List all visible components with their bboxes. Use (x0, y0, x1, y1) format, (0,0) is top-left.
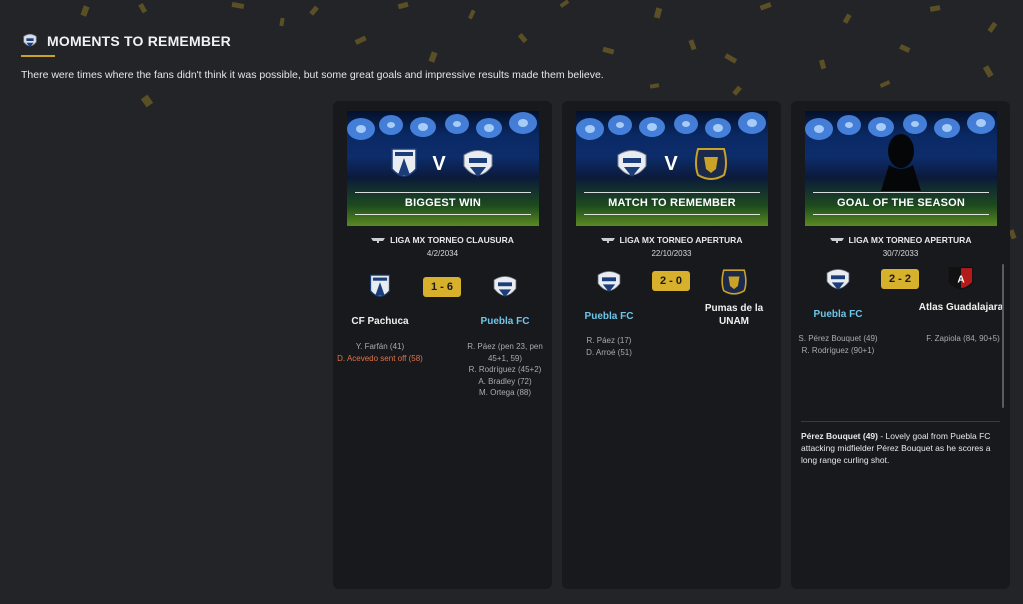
puebla-crest-icon (23, 33, 37, 48)
competition-row: LIGA MX TORNEO APERTURA (791, 235, 1010, 245)
competition-name: LIGA MX TORNEO APERTURA (848, 235, 972, 245)
scorer-entry: D. Arroé (51) (586, 347, 632, 357)
match-date: 22/10/2033 (651, 249, 692, 258)
match-date: 4/2/2034 (426, 249, 459, 258)
competition-trophy-icon (371, 237, 386, 243)
card-banner: GOAL OF THE SEASON (805, 111, 997, 226)
home-team-name[interactable]: Puebla FC (564, 310, 654, 323)
goal-description: Pérez Bouquet (49) - Lovely goal from Pu… (801, 430, 1001, 466)
home-scorers: R. Páez (17) D. Arroé (51) (564, 335, 654, 358)
moment-label: GOAL OF THE SEASON (836, 197, 966, 209)
card-banner: V BIGGEST WIN (347, 111, 539, 226)
card-banner: V MATCH TO REMEMBER (576, 111, 768, 226)
away-scorers: R. Páez (pen 23, pen 45+1, 59) R. Rodríg… (460, 341, 550, 399)
home-team[interactable]: Puebla FC (564, 267, 654, 323)
home-team[interactable]: CF Pachuca (335, 272, 425, 328)
away-team-name[interactable]: Pumas de la UNAM (689, 302, 779, 328)
banner-line (355, 192, 531, 193)
puebla-crest-icon (597, 271, 621, 293)
moment-label: BIGGEST WIN (404, 197, 482, 209)
scorer-entry: R. Páez (pen 23, pen 45+1, 59) (467, 342, 543, 363)
puebla-crest-icon (463, 150, 493, 177)
banner-line (584, 192, 760, 193)
puebla-crest-icon (617, 150, 647, 177)
scorer-entry: R. Rodríguez (90+1) (801, 345, 875, 355)
competition-row: LIGA MX TORNEO CLAUSURA (333, 235, 552, 245)
player-silhouette-icon (881, 134, 921, 191)
puebla-crest-icon (493, 276, 517, 298)
page-header: MOMENTS TO REMEMBER (21, 32, 231, 57)
scorer-entry: Y. Farfán (41) (355, 342, 405, 351)
score-badge: 1 - 6 (423, 277, 461, 297)
moment-card-match-to-remember[interactable]: V MATCH TO REMEMBER LIGA MX TORNEO APERT… (562, 101, 781, 589)
competition-trophy-icon (600, 237, 615, 243)
pachuca-crest-icon (391, 148, 418, 177)
scorer-entry: M. Ortega (88) (478, 388, 531, 397)
score-badge: 2 - 0 (652, 271, 690, 291)
away-team[interactable]: Pumas de la UNAM (689, 267, 779, 328)
home-team-name[interactable]: Puebla FC (793, 308, 883, 321)
title-underline (21, 55, 55, 57)
atlas-crest-icon: A (948, 266, 974, 291)
svg-text:A: A (957, 274, 965, 285)
scorer-entry: F. Zapiola (84, 90+5) (926, 334, 1000, 343)
banner-line (355, 214, 531, 215)
versus-label: V (432, 152, 446, 175)
competition-name: LIGA MX TORNEO APERTURA (619, 235, 743, 245)
away-scorers: F. Zapiola (84, 90+5) (918, 333, 1008, 345)
competition-trophy-icon (829, 237, 844, 243)
moment-card-biggest-win[interactable]: V BIGGEST WIN LIGA MX TORNEO CLAUSURA 4/… (333, 101, 552, 589)
home-team-name[interactable]: CF Pachuca (335, 315, 425, 328)
home-scorers: Y. Farfán (41) D. Acevedo sent off (58) (335, 341, 425, 364)
scrollbar-thumb[interactable] (1002, 264, 1004, 408)
versus-label: V (664, 152, 678, 175)
scorer-entry: R. Rodríguez (45+2) (468, 365, 542, 374)
pumas-crest-icon (694, 148, 727, 180)
scorer-entry: S. Pérez Bouquet (49) (798, 334, 878, 343)
competition-row: LIGA MX TORNEO APERTURA (562, 235, 781, 245)
pachuca-crest-icon (369, 274, 391, 298)
away-team[interactable]: A Atlas Guadalajara (916, 265, 1006, 314)
scorer-entry: R. Páez (17) (586, 336, 632, 345)
match-date: 30/7/2033 (882, 249, 919, 258)
goal-player: Pérez Bouquet (49) (801, 431, 878, 441)
divider (801, 421, 1000, 422)
banner-line (813, 214, 989, 215)
puebla-crest-icon (826, 269, 850, 291)
sent-off-entry: D. Acevedo sent off (58) (337, 353, 423, 363)
away-team-name[interactable]: Atlas Guadalajara (916, 301, 1006, 314)
pumas-crest-icon (721, 269, 747, 295)
away-team-name[interactable]: Puebla FC (460, 315, 550, 328)
home-scorers: S. Pérez Bouquet (49) R. Rodríguez (90+1… (793, 333, 883, 356)
moment-card-goal-of-the-season[interactable]: GOAL OF THE SEASON LIGA MX TORNEO APERTU… (791, 101, 1010, 589)
score-badge: 2 - 2 (881, 269, 919, 289)
page-title: MOMENTS TO REMEMBER (47, 33, 231, 49)
away-team[interactable]: Puebla FC (460, 272, 550, 328)
home-team[interactable]: Puebla FC (793, 265, 883, 321)
competition-name: LIGA MX TORNEO CLAUSURA (390, 235, 514, 245)
page-subtitle: There were times where the fans didn't t… (21, 69, 604, 81)
banner-line (813, 192, 989, 193)
scorer-entry: A. Bradley (72) (478, 376, 532, 386)
moment-label: MATCH TO REMEMBER (608, 197, 736, 209)
banner-line (584, 214, 760, 215)
